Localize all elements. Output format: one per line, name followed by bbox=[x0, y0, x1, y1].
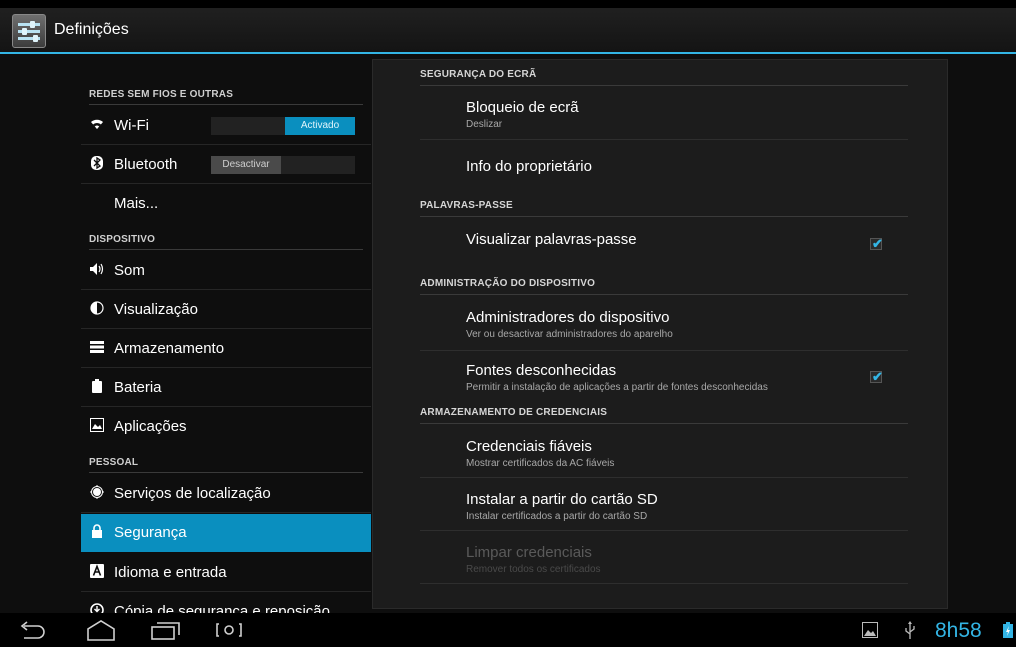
sidebar-item-sound[interactable]: Som bbox=[81, 252, 371, 290]
settings-categories: REDES SEM FIOS E OUTRAS Wi-Fi Activado B… bbox=[81, 54, 371, 613]
status-clock: 8h58 bbox=[935, 619, 982, 642]
setting-clear-credentials: Limpar credenciais Remover todos os cert… bbox=[420, 531, 908, 584]
setting-title: Fontes desconhecidas bbox=[466, 362, 617, 379]
sidebar-item-label: Serviços de localização bbox=[114, 485, 271, 502]
app-title: Definições bbox=[54, 21, 129, 38]
checkmark-icon: ✔ bbox=[872, 236, 883, 251]
sidebar-item-bluetooth[interactable]: Bluetooth Desactivar bbox=[81, 146, 371, 184]
sidebar-item-location[interactable]: Serviços de localização bbox=[81, 475, 371, 513]
wifi-toggle-state: Activado bbox=[285, 117, 355, 135]
section-header-wireless: REDES SEM FIOS E OUTRAS bbox=[89, 89, 363, 105]
setting-summary: Deslizar bbox=[466, 119, 503, 130]
section-header-device-admin: ADMINISTRAÇÃO DO DISPOSITIVO bbox=[420, 278, 908, 295]
home-icon[interactable] bbox=[86, 618, 116, 642]
sidebar-item-storage[interactable]: Armazenamento bbox=[81, 330, 371, 368]
sidebar-item-label: Idioma e entrada bbox=[114, 564, 227, 581]
sidebar-item-backup[interactable]: Cópia de segurança e reposição bbox=[81, 593, 371, 613]
setting-summary: Ver ou desactivar administradores do apa… bbox=[466, 329, 673, 340]
sound-icon bbox=[89, 262, 105, 278]
section-header-personal: PESSOAL bbox=[89, 457, 363, 473]
sidebar-item-more[interactable]: Mais... bbox=[81, 185, 371, 223]
settings-icon[interactable] bbox=[12, 14, 46, 48]
battery-icon bbox=[89, 379, 105, 395]
wifi-toggle[interactable]: Activado bbox=[211, 117, 355, 135]
display-icon bbox=[89, 301, 105, 317]
back-icon[interactable] bbox=[18, 618, 48, 642]
sidebar-item-apps[interactable]: Aplicações bbox=[81, 408, 371, 446]
recent-apps-icon[interactable] bbox=[150, 618, 182, 642]
bluetooth-icon bbox=[89, 156, 105, 172]
setting-title: Visualizar palavras-passe bbox=[466, 231, 637, 248]
backup-icon bbox=[89, 603, 105, 613]
sidebar-item-label: Mais... bbox=[114, 195, 159, 212]
setting-summary: Mostrar certificados da AC fiáveis bbox=[466, 458, 615, 469]
sidebar-item-label: Visualização bbox=[114, 301, 198, 318]
lock-icon bbox=[89, 524, 105, 540]
setting-device-admins[interactable]: Administradores do dispositivo Ver ou de… bbox=[420, 296, 908, 351]
sidebar-item-label: Segurança bbox=[114, 524, 187, 541]
apps-icon bbox=[89, 418, 105, 434]
battery-charging-icon bbox=[1003, 622, 1013, 646]
setting-summary: Permitir a instalação de aplicações a pa… bbox=[466, 382, 768, 393]
setting-title: Bloqueio de ecrã bbox=[466, 99, 579, 116]
section-header-device: DISPOSITIVO bbox=[89, 234, 363, 250]
sidebar-item-label: Cópia de segurança e reposição bbox=[114, 603, 330, 613]
usb-icon bbox=[903, 620, 917, 644]
system-navigation-bar: 8h58 bbox=[0, 613, 1016, 646]
unknown-sources-checkbox[interactable]: ✔ bbox=[870, 369, 883, 384]
storage-icon bbox=[89, 340, 105, 356]
setting-screen-lock[interactable]: Bloqueio de ecrã Deslizar bbox=[420, 91, 908, 140]
bluetooth-toggle[interactable]: Desactivar bbox=[211, 156, 355, 174]
sidebar-item-display[interactable]: Visualização bbox=[81, 291, 371, 329]
sidebar-item-battery[interactable]: Bateria bbox=[81, 369, 371, 407]
section-header-passwords: PALAVRAS-PASSE bbox=[420, 200, 908, 217]
sidebar-item-label: Armazenamento bbox=[114, 340, 225, 357]
setting-title: Instalar a partir do cartão SD bbox=[466, 491, 658, 508]
setting-unknown-sources[interactable]: Fontes desconhecidas Permitir a instalaç… bbox=[420, 351, 908, 398]
language-icon bbox=[89, 564, 105, 580]
screenshot-icon[interactable] bbox=[214, 618, 244, 642]
sidebar-item-language[interactable]: Idioma e entrada bbox=[81, 554, 371, 592]
action-bar: Definições bbox=[0, 8, 1016, 54]
location-icon bbox=[89, 485, 105, 501]
section-header-credential-storage: ARMAZENAMENTO DE CREDENCIAIS bbox=[420, 407, 908, 424]
setting-title: Limpar credenciais bbox=[466, 544, 592, 561]
wifi-icon bbox=[89, 117, 105, 133]
sidebar-item-label: Aplicações bbox=[114, 418, 187, 435]
setting-show-passwords[interactable]: Visualizar palavras-passe ✔ bbox=[420, 218, 908, 266]
security-settings-panel: SEGURANÇA DO ECRÃ Bloqueio de ecrã Desli… bbox=[372, 59, 948, 609]
gallery-icon bbox=[862, 622, 878, 646]
setting-install-from-sd[interactable]: Instalar a partir do cartão SD Instalar … bbox=[420, 478, 908, 531]
sidebar-item-label: Bateria bbox=[114, 379, 162, 396]
settings-content: REDES SEM FIOS E OUTRAS Wi-Fi Activado B… bbox=[0, 54, 1016, 613]
checkmark-icon: ✔ bbox=[872, 369, 883, 384]
setting-owner-info[interactable]: Info do proprietário bbox=[420, 140, 908, 191]
setting-summary: Instalar certificados a partir do cartão… bbox=[466, 511, 648, 522]
setting-summary: Remover todos os certificados bbox=[466, 564, 601, 575]
sidebar-item-security[interactable]: Segurança bbox=[81, 514, 371, 552]
show-passwords-checkbox[interactable]: ✔ bbox=[870, 236, 883, 251]
sidebar-item-label: Wi-Fi bbox=[114, 117, 149, 134]
setting-trusted-credentials[interactable]: Credenciais fiáveis Mostrar certificados… bbox=[420, 425, 908, 478]
setting-title: Administradores do dispositivo bbox=[466, 309, 670, 326]
section-header-screen-security: SEGURANÇA DO ECRÃ bbox=[420, 69, 908, 86]
sidebar-item-label: Som bbox=[114, 262, 145, 279]
sidebar-item-wifi[interactable]: Wi-Fi Activado bbox=[81, 107, 371, 145]
sidebar-item-label: Bluetooth bbox=[114, 156, 178, 173]
setting-title: Info do proprietário bbox=[466, 158, 592, 175]
bluetooth-toggle-state: Desactivar bbox=[211, 156, 281, 174]
setting-title: Credenciais fiáveis bbox=[466, 438, 592, 455]
